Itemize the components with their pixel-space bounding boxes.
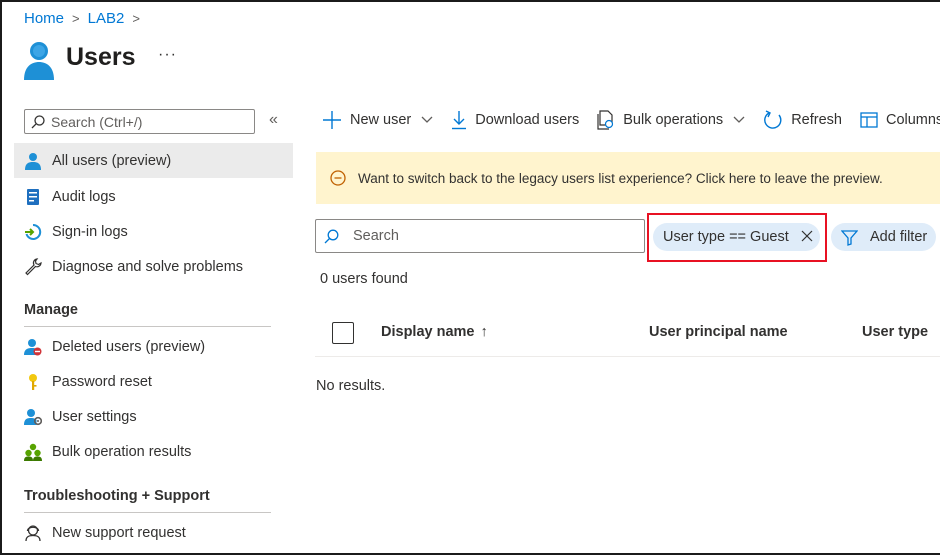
breadcrumb-tenant[interactable]: LAB2 [88, 10, 125, 27]
column-display-name[interactable]: Display name ↑ [381, 324, 488, 340]
users-search[interactable] [315, 219, 645, 253]
refresh-icon [764, 110, 782, 129]
users-count: 0 users found [320, 271, 408, 287]
chevron-down-icon [733, 116, 745, 123]
command-bar: New user Download users Bulk operations … [322, 110, 940, 130]
download-users-label: Download users [475, 112, 580, 128]
title-row: Users [22, 40, 136, 82]
column-user-principal-name[interactable]: User principal name [649, 324, 788, 340]
audit-log-icon [24, 188, 42, 206]
sidebar-search[interactable] [24, 109, 255, 134]
sidebar-item-diagnose[interactable]: Diagnose and solve problems [14, 249, 293, 284]
wrench-icon [24, 257, 42, 276]
select-all-checkbox[interactable] [332, 322, 354, 344]
users-search-input[interactable] [353, 228, 623, 244]
chevron-right-icon: > [132, 11, 140, 26]
refresh-label: Refresh [791, 112, 842, 128]
column-label: Display name [381, 324, 475, 340]
table-header: Display name ↑ User principal name User t… [315, 307, 940, 357]
more-options-button[interactable]: ··· [158, 46, 177, 64]
user-settings-icon [24, 408, 42, 426]
filter-pill-user-type[interactable]: User type == Guest [653, 223, 820, 251]
bulk-results-icon [24, 443, 42, 461]
section-troubleshooting: Troubleshooting + Support [24, 488, 210, 504]
filter-icon [841, 229, 858, 246]
sidebar-item-bulk-results[interactable]: Bulk operation results [14, 434, 293, 469]
user-icon [24, 152, 42, 170]
sort-ascending-icon: ↑ [480, 324, 488, 340]
columns-button[interactable]: Columns [860, 111, 940, 129]
sign-in-icon [24, 223, 42, 241]
bulk-operations-label: Bulk operations [623, 112, 724, 128]
refresh-button[interactable]: Refresh [763, 110, 842, 130]
download-users-button[interactable]: Download users [451, 110, 579, 130]
chevron-right-icon: > [72, 11, 80, 26]
sidebar-item-deleted-users[interactable]: Deleted users (preview) [14, 329, 293, 364]
users-icon [24, 42, 54, 80]
breadcrumb: Home > LAB2 > [24, 10, 148, 27]
key-icon [24, 373, 42, 391]
sidebar-item-label: Password reset [52, 373, 152, 390]
columns-icon [860, 112, 878, 128]
filter-pill-label: User type == Guest [663, 229, 789, 245]
close-icon[interactable] [800, 229, 814, 243]
divider [24, 326, 271, 327]
search-icon [31, 114, 45, 128]
support-icon [24, 524, 42, 542]
bulk-operations-button[interactable]: Bulk operations [597, 110, 745, 130]
sidebar-item-label: Deleted users (preview) [52, 338, 206, 355]
download-icon [452, 111, 467, 130]
sidebar-item-label: New support request [52, 524, 186, 541]
chevron-down-icon [421, 116, 433, 123]
new-user-label: New user [350, 112, 412, 128]
sidebar-item-password-reset[interactable]: Password reset [14, 364, 293, 399]
sidebar-item-label: All users (preview) [52, 152, 172, 169]
deleted-user-icon [24, 338, 42, 356]
breadcrumb-home[interactable]: Home [24, 10, 64, 27]
add-filter-button[interactable]: Add filter [831, 223, 936, 251]
new-user-button[interactable]: New user [322, 110, 433, 130]
sidebar-item-user-settings[interactable]: User settings [14, 399, 293, 434]
columns-label: Columns [885, 112, 940, 128]
empty-state-text: No results. [316, 378, 386, 394]
sidebar-item-all-users[interactable]: All users (preview) [14, 143, 293, 178]
sidebar-item-label: Audit logs [52, 188, 116, 205]
search-icon [324, 229, 339, 243]
app-frame: Home > LAB2 > Users ··· « All users (pre… [0, 0, 940, 555]
section-manage: Manage [24, 302, 78, 318]
sidebar-item-label: Sign-in logs [52, 223, 128, 240]
plus-icon [323, 111, 341, 129]
sidebar-item-sign-in-logs[interactable]: Sign-in logs [14, 214, 293, 249]
sidebar-item-label: User settings [52, 408, 137, 425]
warning-circle-icon [330, 170, 346, 186]
sidebar-search-input[interactable] [51, 113, 241, 130]
collapse-sidebar-button[interactable]: « [269, 111, 278, 129]
bulk-operations-icon [597, 110, 614, 130]
sidebar-item-new-support-request[interactable]: New support request [14, 515, 293, 550]
page-title: Users [66, 42, 136, 71]
column-user-type[interactable]: User type [862, 324, 928, 340]
preview-banner[interactable]: Want to switch back to the legacy users … [316, 152, 940, 204]
sidebar-item-label: Diagnose and solve problems [52, 258, 244, 275]
add-filter-label: Add filter [870, 229, 928, 245]
sidebar-item-label: Bulk operation results [52, 443, 192, 460]
banner-text: Want to switch back to the legacy users … [358, 170, 883, 186]
sidebar-item-audit-logs[interactable]: Audit logs [14, 179, 293, 214]
divider [24, 512, 271, 513]
